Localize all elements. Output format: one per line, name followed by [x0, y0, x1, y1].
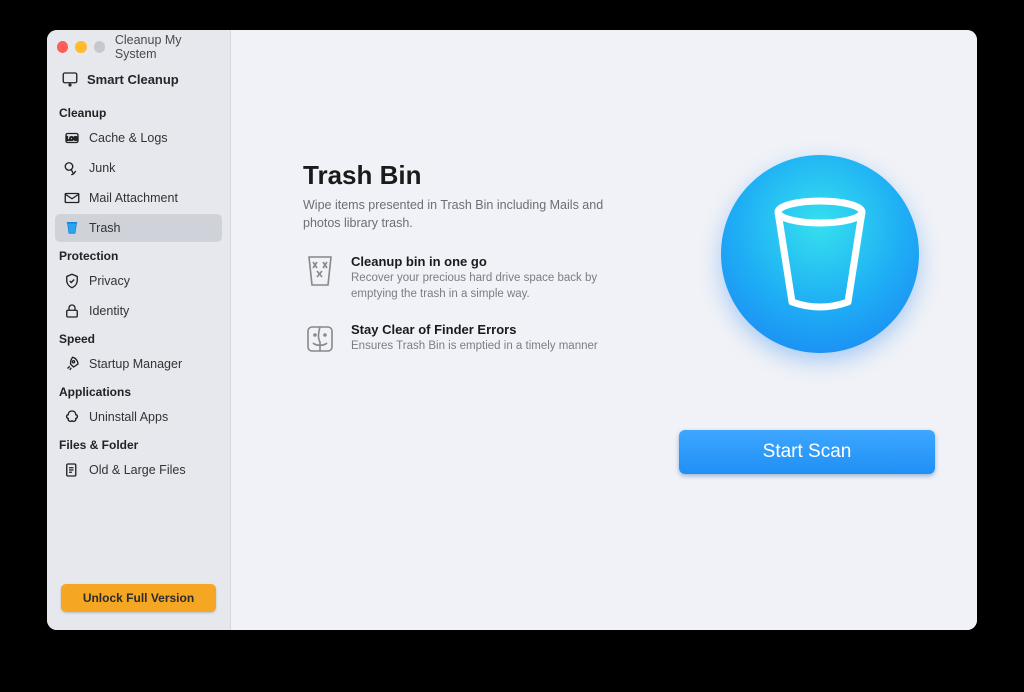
svg-text:LOG: LOG — [66, 136, 77, 142]
sidebar-item-label: Identity — [89, 304, 129, 318]
feature-desc: Ensures Trash Bin is emptied in a timely… — [351, 338, 598, 354]
section-header-protection: Protection — [47, 243, 230, 266]
feature-desc: Recover your precious hard drive space b… — [351, 270, 611, 302]
window-title: Cleanup My System — [115, 33, 220, 61]
sidebar-item-startup-manager[interactable]: Startup Manager — [55, 350, 222, 378]
log-icon: LOG — [63, 129, 81, 147]
main-pane: Trash Bin Wipe items presented in Trash … — [231, 30, 977, 630]
section-header-cleanup: Cleanup — [47, 100, 230, 123]
sidebar-item-label: Cache & Logs — [89, 131, 168, 145]
sidebar-item-identity[interactable]: Identity — [55, 297, 222, 325]
sidebar-item-smart-cleanup[interactable]: Smart Cleanup — [55, 66, 222, 92]
section-header-speed: Speed — [47, 326, 230, 349]
page-subtitle: Wipe items presented in Trash Bin includ… — [303, 197, 633, 232]
section-header-files: Files & Folder — [47, 432, 230, 455]
feature-item: Stay Clear of Finder Errors Ensures Tras… — [303, 322, 703, 356]
sidebar-item-junk[interactable]: Junk — [55, 154, 222, 182]
close-button[interactable] — [57, 41, 68, 53]
maximize-button[interactable] — [94, 41, 105, 53]
sidebar-item-label: Smart Cleanup — [87, 72, 179, 87]
sidebar-item-label: Junk — [89, 161, 115, 175]
feature-title: Cleanup bin in one go — [351, 254, 611, 269]
sidebar-item-trash[interactable]: Trash — [55, 214, 222, 242]
shield-icon — [63, 272, 81, 290]
feature-list: Cleanup bin in one go Recover your preci… — [303, 254, 703, 356]
sidebar-item-cache-logs[interactable]: LOG Cache & Logs — [55, 124, 222, 152]
section-header-applications: Applications — [47, 379, 230, 402]
start-scan-button[interactable]: Start Scan — [679, 430, 935, 474]
files-icon — [63, 461, 81, 479]
titlebar: Cleanup My System — [47, 30, 230, 64]
unlock-full-version-button[interactable]: Unlock Full Version — [61, 584, 216, 612]
sidebar-item-uninstall-apps[interactable]: Uninstall Apps — [55, 403, 222, 431]
feature-item: Cleanup bin in one go Recover your preci… — [303, 254, 703, 302]
sidebar-item-old-large-files[interactable]: Old & Large Files — [55, 456, 222, 484]
sidebar-item-label: Privacy — [89, 274, 130, 288]
trash-hero-icon — [721, 155, 919, 353]
junk-icon — [63, 159, 81, 177]
app-window: Cleanup My System Smart Cleanup Cleanup … — [47, 30, 977, 630]
monitor-icon — [61, 70, 79, 88]
sidebar-bottom: Unlock Full Version — [47, 572, 230, 630]
mail-icon — [63, 189, 81, 207]
trashbin-outline-icon — [303, 254, 337, 288]
sidebar-item-label: Trash — [89, 221, 121, 235]
feature-title: Stay Clear of Finder Errors — [351, 322, 598, 337]
sidebar: Cleanup My System Smart Cleanup Cleanup … — [47, 30, 231, 630]
sidebar-item-label: Mail Attachment — [89, 191, 178, 205]
lock-icon — [63, 302, 81, 320]
trash-icon — [63, 219, 81, 237]
sidebar-item-label: Uninstall Apps — [89, 410, 168, 424]
sidebar-item-mail-attachment[interactable]: Mail Attachment — [55, 184, 222, 212]
minimize-button[interactable] — [75, 41, 86, 53]
rocket-icon — [63, 355, 81, 373]
sidebar-item-label: Startup Manager — [89, 357, 182, 371]
sidebar-item-label: Old & Large Files — [89, 463, 186, 477]
finder-icon — [303, 322, 337, 356]
sidebar-item-privacy[interactable]: Privacy — [55, 267, 222, 295]
apps-icon — [63, 408, 81, 426]
